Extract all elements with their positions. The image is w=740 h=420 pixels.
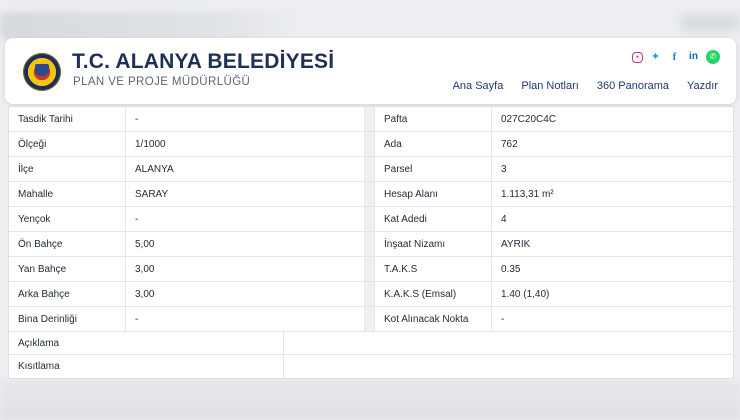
- table-value: -: [126, 307, 365, 332]
- table-label: Bina Derinliği: [9, 307, 126, 332]
- top-nav: Ana Sayfa Plan Notları 360 Panorama Yazd…: [453, 80, 718, 92]
- table-label: Mahalle: [9, 182, 126, 207]
- table-value: 1/1000: [126, 132, 365, 157]
- table-label: Pafta: [375, 107, 492, 132]
- table-value: SARAY: [126, 182, 365, 207]
- table-gap: [365, 182, 375, 207]
- table-label: Ölçeği: [9, 132, 126, 157]
- whatsapp-icon[interactable]: ✆: [706, 50, 720, 64]
- nav-home[interactable]: Ana Sayfa: [453, 80, 504, 92]
- table-label: Kat Adedi: [375, 207, 492, 232]
- nav-print[interactable]: Yazdır: [687, 80, 718, 92]
- table-label: İlçe: [9, 157, 126, 182]
- facebook-icon[interactable]: f: [668, 51, 681, 64]
- municipality-logo-icon: [23, 53, 61, 91]
- table-label: Kot Alınacak Nokta: [375, 307, 492, 332]
- table-label: Açıklama: [9, 332, 284, 355]
- header-card: T.C. ALANYA BELEDİYESİ PLAN VE PROJE MÜD…: [5, 38, 736, 104]
- table-value: 762: [492, 132, 733, 157]
- table-value: 3,00: [126, 282, 365, 307]
- table-label: K.A.K.S (Emsal): [375, 282, 492, 307]
- table-gap: [365, 207, 375, 232]
- table-value: -: [492, 307, 733, 332]
- table-gap: [365, 307, 375, 332]
- table-value: ALANYA: [126, 157, 365, 182]
- table-gap: [365, 132, 375, 157]
- table-value: [284, 355, 733, 378]
- blurred-background-icons: [680, 14, 740, 32]
- table-label: Yençok: [9, 207, 126, 232]
- table-label: Hesap Alanı: [375, 182, 492, 207]
- table-label: Kısıtlama: [9, 355, 284, 378]
- table-label: Ön Bahçe: [9, 232, 126, 257]
- table-row: Kısıtlama: [9, 355, 733, 378]
- table-value: 0.35: [492, 257, 733, 282]
- table-label: Arka Bahçe: [9, 282, 126, 307]
- logo-emblem: [35, 64, 49, 76]
- blurred-background-title: [0, 12, 300, 40]
- table-value: 3,00: [126, 257, 365, 282]
- table-gap: [365, 257, 375, 282]
- table-gap: [365, 157, 375, 182]
- table-value: 3: [492, 157, 733, 182]
- table-label: T.A.K.S: [375, 257, 492, 282]
- table-gap: [365, 232, 375, 257]
- table-value: -: [126, 107, 365, 132]
- page-subtitle: PLAN VE PROJE MÜDÜRLÜĞÜ: [73, 76, 251, 88]
- table-gap: [365, 282, 375, 307]
- table-value: 1.40 (1,40): [492, 282, 733, 307]
- info-wide-rows: Açıklama Kısıtlama: [9, 332, 733, 378]
- table-value: 4: [492, 207, 733, 232]
- info-grid: Tasdik Tarihi - Pafta 027C20C4C Ölçeği 1/1000…: [9, 107, 733, 332]
- table-value: -: [126, 207, 365, 232]
- table-value: 027C20C4C: [492, 107, 733, 132]
- table-label: İnşaat Nizamı: [375, 232, 492, 257]
- nav-plan-notes[interactable]: Plan Notları: [521, 80, 578, 92]
- nav-360-panorama[interactable]: 360 Panorama: [597, 80, 669, 92]
- table-value: 5,00: [126, 232, 365, 257]
- table-value: [284, 332, 733, 355]
- table-label: Parsel: [375, 157, 492, 182]
- blurred-background-footer: [0, 380, 740, 420]
- parcel-info-table: Tasdik Tarihi - Pafta 027C20C4C Ölçeği 1/1000…: [8, 106, 734, 379]
- page-title: T.C. ALANYA BELEDİYESİ: [72, 50, 335, 73]
- instagram-icon[interactable]: ●: [632, 51, 643, 63]
- table-gap: [365, 107, 375, 132]
- table-value: 1.113,31 m²: [492, 182, 733, 207]
- table-value: AYRIK: [492, 232, 733, 257]
- social-links: ● ✦ f in ✆: [632, 50, 720, 64]
- linkedin-icon[interactable]: in: [687, 51, 700, 64]
- table-label: Tasdik Tarihi: [9, 107, 126, 132]
- table-row: Açıklama: [9, 332, 733, 355]
- table-label: Ada: [375, 132, 492, 157]
- table-label: Yan Bahçe: [9, 257, 126, 282]
- twitter-icon[interactable]: ✦: [649, 51, 662, 64]
